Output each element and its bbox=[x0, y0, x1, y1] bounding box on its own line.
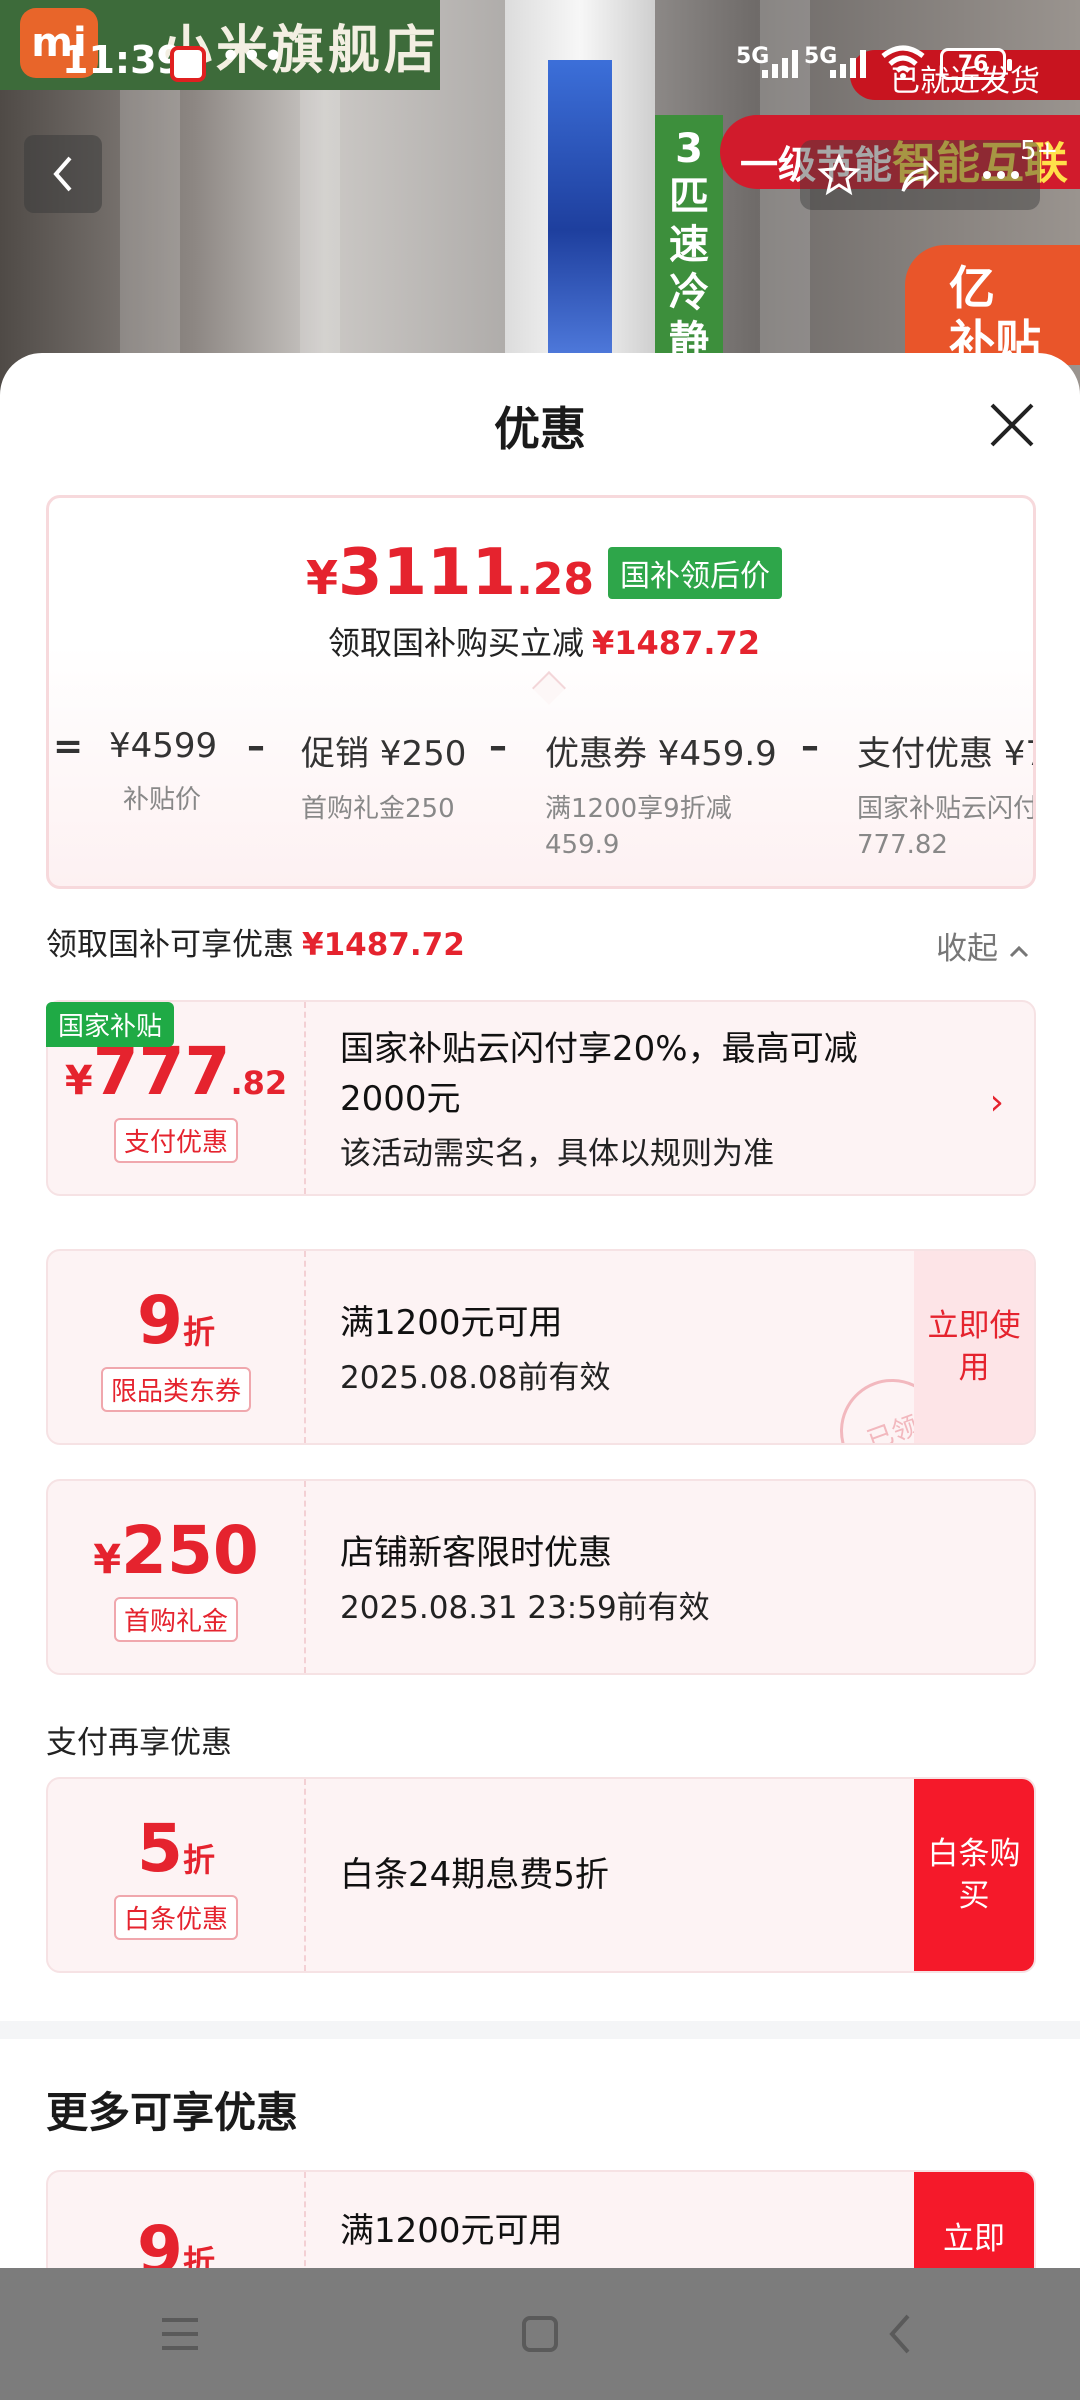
chevron-left-icon bbox=[53, 156, 72, 192]
coupon-condition: 满1200元可用 bbox=[340, 1302, 563, 1343]
operator-minus: – bbox=[801, 726, 819, 767]
section-subsidy-header: 领取国补可享优惠 ¥1487.72 bbox=[46, 927, 465, 963]
price-tag: 国补领后价 bbox=[608, 547, 783, 599]
battery-icon: 76 bbox=[940, 48, 1012, 80]
home-nav-button[interactable] bbox=[510, 2304, 570, 2364]
more-dots-icon bbox=[983, 171, 1019, 179]
top-actions bbox=[800, 140, 1040, 210]
collapse-toggle[interactable]: 收起 bbox=[936, 923, 1030, 968]
operator-equals: = bbox=[53, 726, 84, 767]
price-breakdown: = ¥4599 补贴价 – 促销 ¥250 首购礼金250 – 优惠券 ¥459… bbox=[49, 726, 1033, 876]
baitiao-buy-button[interactable]: 白条购买 bbox=[914, 1779, 1034, 1971]
coupon-condition: 满1200元可用 bbox=[340, 2211, 563, 2251]
discount-sheet: 优惠 ¥ 3111 .28 国补领后价 领取国补购买立减 ¥1487.72 = ¥… bbox=[0, 353, 1080, 2400]
section-payment-header: 支付再享优惠 bbox=[46, 1725, 232, 1761]
baitiao-card[interactable]: 5折 白条优惠 白条24期息费5折 白条购买 bbox=[46, 1777, 1036, 1973]
share-button[interactable] bbox=[894, 150, 944, 200]
pointer-notch bbox=[532, 671, 566, 705]
more-menu-button[interactable] bbox=[976, 150, 1026, 200]
discount-type-label: 首购礼金 bbox=[113, 1597, 238, 1642]
menu-icon bbox=[162, 2318, 198, 2350]
status-bar: 11:39 ••• 5G 5G 76 bbox=[0, 0, 1080, 120]
coupon-expiry: 2025.08.08前有效 bbox=[340, 1359, 611, 1396]
message-count-badge: 5+ bbox=[1020, 136, 1059, 166]
new-customer-gift-card[interactable]: ¥250 首购礼金 店铺新客限时优惠 2025.08.31 23:59前有效 bbox=[46, 1479, 1036, 1675]
discount-value: ¥250 首购礼金 bbox=[48, 1481, 306, 1673]
sheet-title: 优惠 bbox=[494, 402, 586, 456]
saving-subtitle: 领取国补购买立减 ¥1487.72 bbox=[327, 624, 761, 662]
wifi-icon bbox=[881, 45, 925, 79]
installment-description: 白条24期息费5折 bbox=[340, 1855, 609, 1895]
app-notification-icon bbox=[170, 46, 206, 82]
breakdown-item: 优惠券 ¥459.9 满1200享9折减 459.9 bbox=[545, 734, 777, 860]
breakdown-item: ¥4599 补贴价 bbox=[109, 726, 218, 815]
discount-type-label: 白条优惠 bbox=[113, 1895, 238, 1940]
final-price: ¥ 3111 .28 国补领后价 bbox=[49, 536, 1033, 610]
breakdown-item: 促销 ¥250 首购礼金250 bbox=[301, 734, 467, 824]
coupon-card[interactable]: 9折 限品类东券 满1200元可用 2025.08.08前有效 已领 立即使用 bbox=[46, 1249, 1036, 1445]
share-icon bbox=[901, 157, 940, 192]
back-arrow-icon bbox=[889, 2314, 910, 2354]
back-nav-button[interactable] bbox=[870, 2304, 930, 2364]
signal-icon bbox=[830, 48, 866, 78]
chevron-right-icon[interactable]: › bbox=[990, 1082, 1004, 1123]
gift-description: 店铺新客限时优惠 bbox=[340, 1532, 612, 1573]
operator-minus: – bbox=[489, 726, 507, 767]
gift-expiry: 2025.08.31 23:59前有效 bbox=[340, 1589, 710, 1626]
home-square-icon bbox=[522, 2316, 558, 2352]
gov-subsidy-badge: 国家补贴 bbox=[46, 1002, 175, 1047]
more-discounts-title: 更多可享优惠 bbox=[46, 2088, 299, 2137]
breakdown-item: 支付优惠 ¥777.82 国家补贴云闪付享20% 777.82 bbox=[857, 734, 1033, 860]
payment-discount-card[interactable]: ¥777.82 支付优惠 国家补贴云闪付享20%，最高可减2000元 该活动需实… bbox=[46, 1000, 1036, 1196]
use-now-button[interactable]: 立即使用 bbox=[914, 1251, 1034, 1443]
system-navigation-bar bbox=[0, 2268, 1080, 2400]
star-icon bbox=[817, 153, 861, 196]
discount-value: 5折 白条优惠 bbox=[48, 1779, 306, 1971]
back-button[interactable] bbox=[24, 135, 102, 213]
menu-nav-button[interactable] bbox=[150, 2304, 210, 2364]
chevron-up-icon bbox=[1009, 945, 1028, 958]
clock: 11:39 bbox=[62, 38, 183, 82]
discount-note: 该活动需实名，具体以规则为准 bbox=[340, 1135, 774, 1172]
more-notifications-icon: ••• bbox=[220, 36, 284, 77]
subsidy-badge: 亿 补贴 bbox=[905, 245, 1080, 369]
price-summary: ¥ 3111 .28 国补领后价 领取国补购买立减 ¥1487.72 = ¥459… bbox=[46, 495, 1036, 889]
discount-type-label: 限品类东券 bbox=[100, 1367, 251, 1412]
discount-type-label: 支付优惠 bbox=[113, 1118, 238, 1163]
section-divider bbox=[0, 2021, 1080, 2039]
operator-minus: – bbox=[247, 726, 265, 767]
discount-description: 国家补贴云闪付享20%，最高可减2000元 bbox=[340, 1028, 858, 1119]
discount-value: 9折 限品类东券 bbox=[48, 1251, 306, 1443]
favorite-button[interactable] bbox=[814, 150, 864, 200]
close-icon[interactable] bbox=[984, 397, 1040, 453]
signal-icon bbox=[762, 48, 798, 78]
